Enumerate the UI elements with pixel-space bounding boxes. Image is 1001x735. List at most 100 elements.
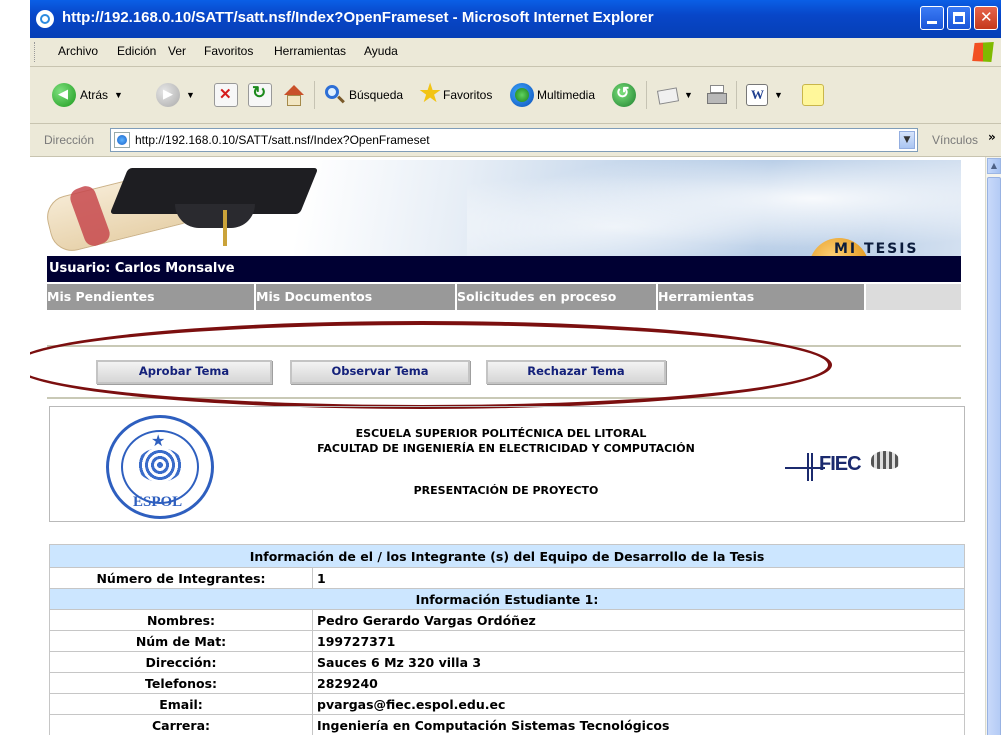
favorites-label: Favoritos (443, 88, 493, 102)
print-button[interactable] (706, 81, 728, 109)
table-row: Dirección: Sauces 6 Mz 320 villa 3 (49, 651, 965, 673)
espol-seal-logo: ★ ESPOL (106, 415, 214, 519)
menu-edicion[interactable]: Edición (117, 44, 156, 58)
close-button[interactable] (974, 6, 998, 30)
fiec-pulse-icon (807, 453, 813, 481)
fiec-mascot-icon (871, 451, 899, 469)
stop-button[interactable] (214, 81, 238, 109)
window-title: http://192.168.0.10/SATT/satt.nsf/Index?… (62, 9, 654, 26)
windows-logo-icon (972, 42, 994, 62)
count-value: 1 (312, 567, 965, 589)
institution-header: ★ ESPOL ESCUELA SUPERIOR POLITÉCNICA DEL… (49, 406, 965, 522)
back-button[interactable]: Atrás ▼ (52, 81, 123, 109)
mail-icon (656, 84, 678, 106)
browser-window: http://192.168.0.10/SATT/satt.nsf/Index?… (0, 0, 1001, 735)
menu-favoritos[interactable]: Favoritos (204, 44, 253, 58)
menu-ayuda[interactable]: Ayuda (364, 44, 398, 58)
table-row: Telefonos: 2829240 (49, 672, 965, 694)
search-button[interactable]: Búsqueda (324, 81, 403, 109)
links-label[interactable]: Vínculos (932, 133, 978, 147)
field-value: Pedro Gerardo Vargas Ordóñez (312, 609, 965, 631)
tassel-graphic (223, 210, 227, 246)
table-row: Email: pvargas@fiec.espol.edu.ec (49, 693, 965, 715)
field-value[interactable]: pvargas@fiec.espol.edu.ec (312, 693, 965, 715)
mail-dropdown-icon[interactable]: ▼ (684, 90, 693, 100)
faculty-name: FACULTAD DE INGENIERÍA EN ELECTRICIDAD Y… (317, 442, 695, 455)
word-icon (746, 84, 768, 106)
address-input[interactable]: http://192.168.0.10/SATT/satt.nsf/Index?… (110, 128, 918, 152)
nav-mis-documentos[interactable]: Mis Documentos (256, 284, 455, 310)
back-dropdown-icon[interactable]: ▼ (114, 90, 123, 100)
toolbar-separator (646, 81, 647, 109)
back-label: Atrás (80, 88, 109, 102)
field-label: Carrera: (49, 714, 313, 735)
section-title: Información de el / los Integrante (s) d… (49, 544, 965, 568)
home-icon (282, 84, 304, 106)
student-title: Información Estudiante 1: (49, 588, 965, 610)
notes-button[interactable] (802, 81, 824, 109)
nav-bar: Mis Pendientes Mis Documentos Solicitude… (47, 284, 961, 310)
search-label: Búsqueda (349, 88, 404, 102)
user-bar: Usuario: Carlos Monsalve (47, 256, 961, 282)
forward-button[interactable]: ▼ (156, 81, 195, 109)
field-value: 199727371 (312, 630, 965, 652)
table-row: Nombres: Pedro Gerardo Vargas Ordóñez (49, 609, 965, 631)
scroll-thumb[interactable] (987, 177, 1001, 735)
toolbar-separator (736, 81, 737, 109)
multimedia-label: Multimedia (537, 88, 596, 102)
address-url[interactable]: http://192.168.0.10/SATT/satt.nsf/Index?… (135, 133, 430, 147)
maximize-button[interactable] (947, 6, 971, 30)
toolbar: Atrás ▼ ▼ Búsqueda Favoritos Multimedia (30, 67, 1001, 124)
nav-solicitudes-en-proceso[interactable]: Solicitudes en proceso (457, 284, 656, 310)
minimize-button[interactable] (920, 6, 944, 30)
field-label: Telefonos: (49, 672, 313, 694)
menu-bar: Archivo Edición Ver Favoritos Herramient… (30, 38, 1001, 67)
turtle-icon (137, 448, 183, 482)
count-label: Número de Integrantes: (49, 567, 313, 589)
mail-button[interactable]: ▼ (656, 81, 693, 109)
favorites-button[interactable]: Favoritos (418, 78, 493, 109)
page-icon (114, 132, 130, 148)
menu-herramientas[interactable]: Herramientas (274, 44, 346, 58)
menu-archivo[interactable]: Archivo (58, 44, 98, 58)
toolbar-separator (314, 81, 315, 109)
links-chevron-icon[interactable]: » (988, 130, 996, 144)
notes-icon (802, 84, 824, 106)
multimedia-button[interactable]: Multimedia (510, 81, 595, 109)
document-title: PRESENTACIÓN DE PROYECTO (413, 484, 599, 497)
forward-arrow-icon (156, 83, 180, 107)
team-info-table: Información de el / los Integrante (s) d… (49, 544, 965, 735)
favorites-star-icon (418, 78, 442, 109)
refresh-icon (248, 83, 272, 107)
banner: MI TESIS (47, 160, 961, 256)
fiec-logo: FIEC (785, 447, 915, 487)
fiec-logo-text: FIEC (819, 453, 862, 475)
table-row: Número de Integrantes: 1 (49, 567, 965, 589)
nav-mis-pendientes[interactable]: Mis Pendientes (47, 284, 254, 310)
field-label: Núm de Mat: (49, 630, 313, 652)
menu-grip (34, 42, 37, 62)
vertical-scrollbar[interactable]: ▲ (985, 157, 1001, 735)
history-button[interactable] (612, 81, 636, 109)
graduation-cap-base (175, 204, 255, 228)
refresh-button[interactable] (248, 81, 272, 109)
address-label: Dirección (44, 133, 95, 147)
multimedia-icon (510, 83, 534, 107)
ie-icon (36, 10, 54, 28)
edit-dropdown-icon[interactable]: ▼ (774, 90, 783, 100)
field-label: Dirección: (49, 651, 313, 673)
edit-word-button[interactable]: ▼ (746, 81, 783, 109)
home-button[interactable] (282, 81, 304, 109)
print-icon (706, 84, 728, 106)
address-bar: Dirección http://192.168.0.10/SATT/satt.… (30, 124, 1001, 157)
forward-dropdown-icon[interactable]: ▼ (186, 90, 195, 100)
nav-herramientas[interactable]: Herramientas (658, 284, 864, 310)
menu-ver[interactable]: Ver (168, 44, 186, 58)
brand-logo-text: MI TESIS (834, 241, 919, 256)
scroll-up-icon[interactable]: ▲ (987, 158, 1001, 174)
school-name: ESCUELA SUPERIOR POLITÉCNICA DEL LITORAL (355, 427, 647, 440)
address-dropdown-icon[interactable]: ▼ (899, 131, 915, 149)
nav-filler (866, 284, 961, 310)
table-row: Núm de Mat: 199727371 (49, 630, 965, 652)
field-value: 2829240 (312, 672, 965, 694)
